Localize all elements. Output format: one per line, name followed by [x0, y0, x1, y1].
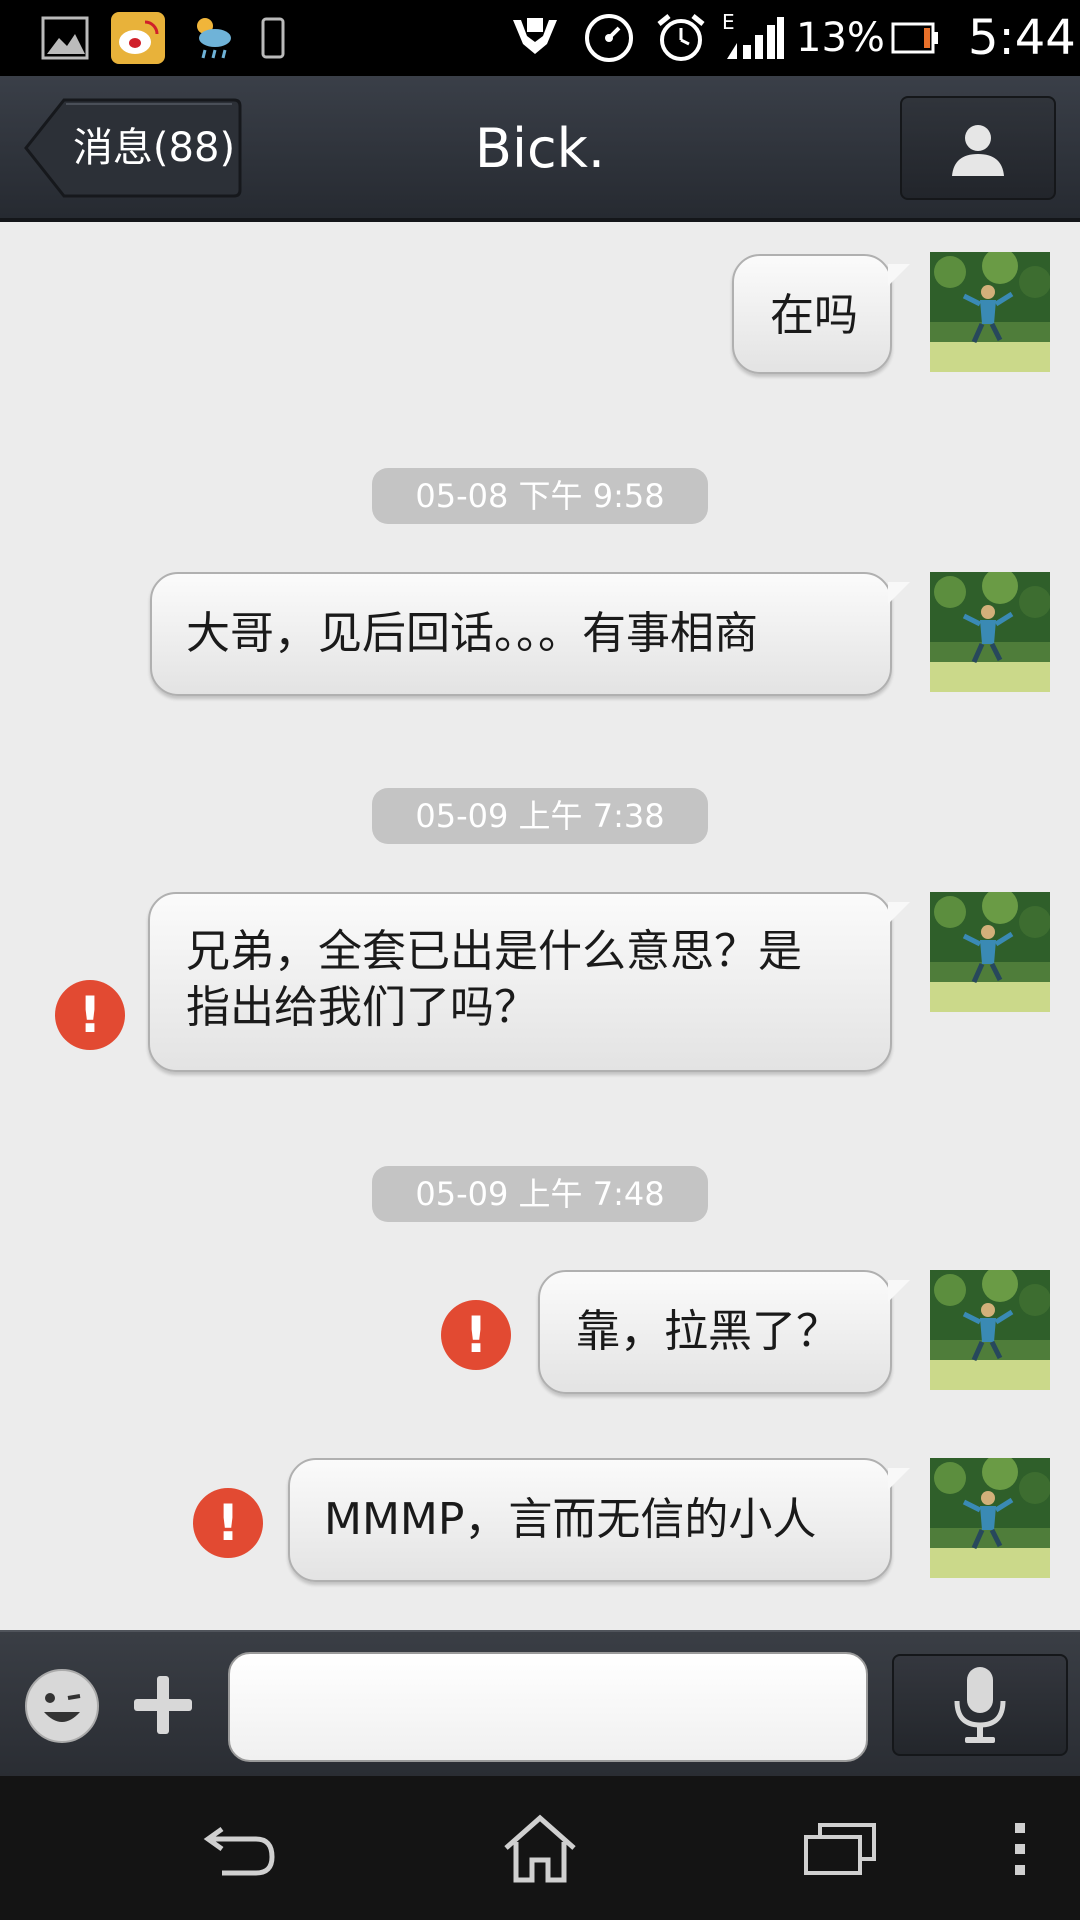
- message-bubble[interactable]: 大哥，见后回话。。。有事相商: [150, 572, 910, 696]
- message-text: MMMP，言而无信的小人: [324, 1494, 817, 1545]
- attach-button[interactable]: [130, 1672, 196, 1738]
- message-bubble[interactable]: MMMP，言而无信的小人: [288, 1458, 910, 1582]
- person-icon: [952, 125, 1004, 176]
- hands-icon: [508, 12, 562, 64]
- more-icon: [1015, 1823, 1025, 1875]
- back-nav-button[interactable]: [190, 1804, 290, 1894]
- profile-button[interactable]: [900, 96, 1056, 200]
- timestamp: 05-09 上午 7:38: [372, 788, 708, 844]
- signal-icon: [724, 12, 786, 64]
- avatar[interactable]: [930, 252, 1050, 372]
- home-nav-button[interactable]: [490, 1804, 590, 1894]
- chat-header: 消息(88) Bick.: [0, 76, 1080, 222]
- recent-apps-button[interactable]: [790, 1804, 890, 1894]
- back-arrow-icon: [203, 1826, 275, 1876]
- back-button[interactable]: 消息(88): [24, 98, 242, 198]
- plus-icon: [134, 1676, 192, 1734]
- message-text-line: 兄弟，全套已出是什么意思？是: [186, 926, 802, 977]
- navigation-bar: [0, 1776, 1080, 1920]
- home-icon: [504, 1814, 576, 1883]
- clock: 5:44: [968, 10, 1076, 66]
- avatar[interactable]: [930, 892, 1050, 1012]
- avatar[interactable]: [930, 1270, 1050, 1390]
- phone-icon: [258, 12, 288, 64]
- message-bubble[interactable]: 在吗: [732, 254, 910, 374]
- message-input[interactable]: [228, 1652, 868, 1762]
- message-text: 大哥，见后回话。。。有事相商: [186, 608, 758, 659]
- message-text: 在吗: [770, 290, 858, 341]
- chat-title: Bick.: [474, 117, 606, 180]
- alarm-icon: [654, 12, 708, 64]
- timestamp: 05-08 下午 9:58: [372, 468, 708, 524]
- input-bar: [0, 1630, 1080, 1776]
- timestamp: 05-09 上午 7:48: [372, 1166, 708, 1222]
- microphone-icon: [954, 1667, 1006, 1743]
- emoji-icon: [25, 1669, 99, 1743]
- message-bubble[interactable]: 靠，拉黑了？: [538, 1270, 910, 1394]
- weibo-icon: [110, 12, 166, 64]
- send-failed-icon[interactable]: !: [193, 1488, 263, 1558]
- avatar[interactable]: [930, 1458, 1050, 1578]
- status-bar: E 13% 5:44: [0, 0, 1080, 76]
- emoji-button[interactable]: [24, 1668, 100, 1744]
- battery-icon: [890, 12, 940, 64]
- message-text-line: 指出给我们了吗？: [186, 982, 538, 1033]
- gallery-icon: [40, 12, 90, 64]
- speedometer-icon: [582, 12, 636, 64]
- chat-messages[interactable]: 在吗 05-08 下午 9:58 大哥，见后回话。。。有事相商 05-09 上午…: [0, 222, 1080, 1630]
- send-failed-icon[interactable]: !: [441, 1300, 511, 1370]
- voice-button[interactable]: [892, 1654, 1068, 1756]
- battery-percent: 13%: [796, 15, 885, 61]
- overflow-menu-button[interactable]: [1000, 1804, 1040, 1894]
- send-failed-icon[interactable]: !: [55, 980, 125, 1050]
- weather-icon: [186, 12, 236, 64]
- avatar[interactable]: [930, 572, 1050, 692]
- back-button-label: 消息(88): [72, 125, 236, 171]
- message-bubble[interactable]: 兄弟，全套已出是什么意思？是 指出给我们了吗？: [148, 892, 910, 1072]
- message-text: 靠，拉黑了？: [576, 1306, 840, 1357]
- recent-apps-icon: [804, 1823, 876, 1875]
